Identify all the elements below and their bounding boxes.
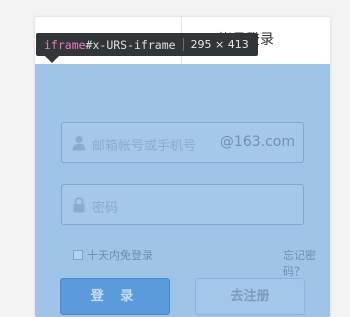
- devtools-element-tooltip: iframe #x-URS-iframe 295 × 413: [36, 33, 258, 63]
- remember-label: 十天内免登录: [87, 249, 153, 262]
- email-domain-suffix: @163.com: [219, 134, 295, 150]
- tooltip-tag: iframe: [44, 37, 86, 52]
- login-button[interactable]: 登 录: [60, 278, 170, 315]
- tooltip-selector: #x-URS-iframe: [85, 37, 176, 52]
- login-iframe: 邮箱帐号或手机号 @163.com 密码 十天内免登录 忘记密码？ 登 录 去注…: [35, 64, 330, 317]
- remember-me[interactable]: 十天内免登录: [73, 247, 153, 263]
- forgot-password-link[interactable]: 忘记密码？: [283, 247, 330, 279]
- tooltip-divider: [182, 38, 184, 51]
- login-card: 帐号登录 邮箱帐号或手机号 @163.com 密码 十: [35, 17, 330, 317]
- email-field[interactable]: 邮箱帐号或手机号 @163.com: [61, 122, 304, 163]
- user-icon: [72, 135, 86, 151]
- email-placeholder: 邮箱帐号或手机号: [92, 139, 197, 154]
- tooltip-size: 295 × 413: [190, 38, 249, 51]
- remember-checkbox[interactable]: [73, 250, 83, 260]
- password-placeholder: 密码: [92, 201, 119, 216]
- register-button[interactable]: 去注册: [195, 278, 305, 315]
- lock-icon: [72, 197, 86, 213]
- password-field[interactable]: 密码: [61, 184, 304, 225]
